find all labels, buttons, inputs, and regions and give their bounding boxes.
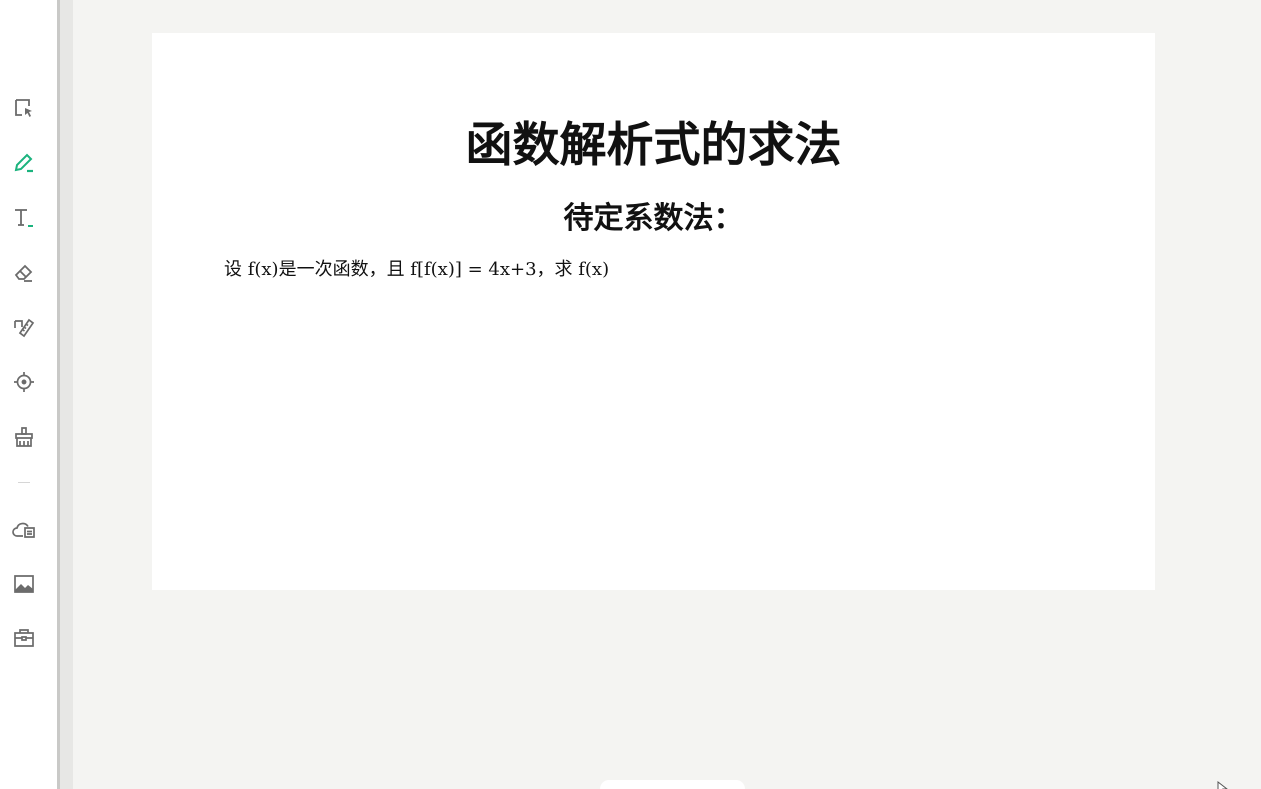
image-icon xyxy=(12,572,36,596)
mouse-cursor-icon xyxy=(1216,780,1230,789)
image-tool-button[interactable] xyxy=(9,569,39,599)
crosshair-icon xyxy=(12,370,36,394)
toolbox-icon xyxy=(12,626,36,650)
ruler-icon xyxy=(12,315,36,339)
text-icon xyxy=(12,206,36,230)
clear-tool-button[interactable] xyxy=(9,422,39,452)
page-title-container: 函数解析式的求法 xyxy=(152,118,1155,174)
whiteboard-app: 函数解析式的求法 待定系数法： 设 f(x)是一次函数，且 f[f(x)] = … xyxy=(0,0,1261,789)
section-heading: 待定系数法： xyxy=(563,201,744,236)
slide-page[interactable]: 函数解析式的求法 待定系数法： 设 f(x)是一次函数，且 f[f(x)] = … xyxy=(152,33,1155,590)
page-title: 函数解析式的求法 xyxy=(465,118,842,173)
select-tool-button[interactable] xyxy=(9,93,39,123)
bottom-panel-handle[interactable] xyxy=(600,780,745,789)
broom-icon xyxy=(12,425,36,449)
ruler-tool-button[interactable] xyxy=(9,312,39,342)
cloud-files-tool-button[interactable] xyxy=(9,514,39,544)
problem-statement: 设 f(x)是一次函数，且 f[f(x)] = 4x+3，求 f(x) xyxy=(224,259,610,280)
toolbar-separator xyxy=(18,482,30,483)
pen-icon xyxy=(12,151,36,175)
eraser-tool-button[interactable] xyxy=(9,258,39,288)
select-arrow-icon xyxy=(12,96,36,120)
left-toolbar xyxy=(0,0,57,789)
toolbox-tool-button[interactable] xyxy=(9,623,39,653)
pen-tool-button[interactable] xyxy=(9,148,39,178)
cloud-folder-icon xyxy=(11,517,37,541)
toolbar-edge xyxy=(57,0,73,789)
text-tool-button[interactable] xyxy=(9,203,39,233)
eraser-icon xyxy=(12,261,36,285)
laser-pointer-tool-button[interactable] xyxy=(9,367,39,397)
